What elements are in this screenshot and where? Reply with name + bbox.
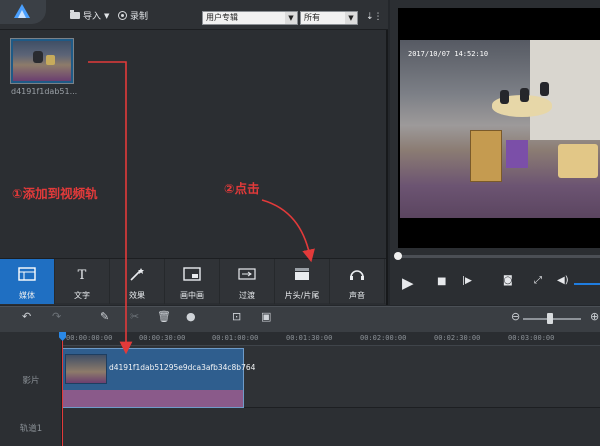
annotation-step1: ①添加到视频轨 (12, 186, 98, 201)
feature-tabs: 媒体 T 文字 效果 画中画 过渡 片头/片尾 声音 (0, 258, 386, 304)
tab-sound[interactable]: 声音 (330, 259, 385, 304)
record-icon (118, 11, 127, 20)
chevron-down-icon: ▼ (285, 12, 297, 24)
import-label: 导入 (83, 12, 102, 22)
track-labels: 影片 轨道1 (0, 332, 62, 446)
text-icon: T (78, 268, 87, 281)
sound-icon (350, 270, 364, 280)
tab-label: 声音 (349, 291, 365, 300)
record-button[interactable]: 录制 (118, 9, 148, 22)
snapshot-icon[interactable]: ◙ (503, 275, 513, 286)
next-frame-icon[interactable]: |▶ (462, 276, 472, 286)
category-select[interactable]: 用户专辑 ▼ (202, 11, 298, 25)
undo-icon[interactable]: ↶ (22, 311, 31, 323)
export-frame-icon[interactable]: ▣ (261, 311, 271, 323)
tab-media[interactable]: 媒体 (0, 259, 55, 304)
redo-icon[interactable]: ↷ (52, 311, 61, 323)
track-label-video: 影片 (22, 376, 40, 386)
annotation-step2: ②点击 (224, 181, 260, 196)
tab-text[interactable]: T 文字 (55, 259, 110, 304)
tab-label: 效果 (129, 291, 145, 300)
volume-slider[interactable] (574, 283, 600, 285)
effects-icon (130, 268, 144, 281)
frame-person (500, 90, 509, 104)
stop-icon[interactable]: ■ (437, 276, 446, 287)
pip-icon (183, 267, 201, 281)
track-label-track1: 轨道1 (19, 424, 43, 434)
transition-icon (238, 268, 256, 280)
filter-select[interactable]: 所有 ▼ (300, 11, 358, 25)
tab-label: 过渡 (239, 291, 255, 300)
volume-icon[interactable]: ◀) (557, 275, 569, 286)
media-icon (18, 267, 36, 281)
svg-text:T: T (78, 268, 87, 281)
frame-side-table (558, 144, 598, 178)
ruler-tick: 00:00:30:00 (139, 334, 186, 342)
thumbnail-person (33, 51, 43, 63)
record-label: 录制 (130, 12, 149, 22)
zoom-out-icon[interactable]: ⊖ (511, 311, 520, 323)
frame-shelf (470, 130, 502, 182)
delete-icon[interactable]: 🗑 (157, 311, 171, 323)
category-select-value: 用户专辑 (206, 13, 238, 22)
sort-icon[interactable]: ⇣⋮ (366, 12, 383, 22)
ruler-tick: 00:02:00:00 (360, 334, 407, 342)
frame-cart (506, 140, 528, 168)
timeline-clip[interactable]: d4191f1dab51295e9dca3afb34c8b764 (62, 348, 255, 408)
overlay-track[interactable] (62, 408, 600, 446)
thumbnail-object (46, 55, 55, 65)
clip-label: d4191f1dab51295e9dca3afb34c8b764 (109, 363, 256, 372)
fullscreen-icon[interactable]: ⤢ (534, 275, 542, 286)
logo-icon (14, 4, 30, 18)
clip-audio-waveform (63, 390, 243, 407)
frame-person (520, 88, 529, 102)
chevron-down-icon: ▼ (104, 11, 110, 20)
tab-label: 媒体 (19, 291, 35, 300)
intro-outro-icon (295, 268, 309, 280)
seek-handle[interactable] (394, 252, 402, 260)
video-frame: 2017/10/07 14:52:10 (400, 40, 600, 218)
tab-label: 片头/片尾 (284, 291, 320, 300)
ruler-tick: 00:01:00:00 (212, 334, 259, 342)
clip-thumbnail (65, 354, 107, 384)
tab-label: 画中画 (180, 291, 204, 300)
editor-window: 导入 ▼ 录制 用户专辑 ▼ 所有 ▼ ⇣⋮ d4191f1dab51... ①… (0, 0, 600, 446)
tab-pip[interactable]: 画中画 (165, 259, 220, 304)
ruler-tick: 00:03:00:00 (508, 334, 555, 342)
import-button[interactable]: 导入 ▼ (70, 9, 109, 22)
tab-label: 文字 (74, 291, 90, 300)
playhead-line[interactable] (62, 334, 63, 446)
crop-icon[interactable]: ⊡ (232, 311, 241, 323)
folder-icon (70, 10, 80, 19)
app-logo[interactable] (0, 0, 46, 24)
timeline-toolbar (0, 306, 600, 332)
time-ruler[interactable]: 00:00:00:00 00:00:30:00 00:01:00:00 00:0… (62, 332, 600, 346)
cut-icon[interactable]: ✂ (130, 311, 139, 323)
ruler-tick: 00:02:30:00 (434, 334, 481, 342)
media-toolbar: 导入 ▼ 录制 用户专辑 ▼ 所有 ▼ ⇣⋮ (0, 0, 388, 30)
frame-person (540, 82, 549, 96)
chevron-down-icon: ▼ (345, 12, 357, 24)
seek-bar[interactable] (398, 255, 600, 258)
edit-icon[interactable]: ✎ (100, 311, 109, 323)
microphone-icon[interactable]: ● (186, 311, 196, 323)
tab-effects[interactable]: 效果 (110, 259, 165, 304)
filter-select-value: 所有 (304, 13, 320, 22)
tab-intro-outro[interactable]: 片头/片尾 (275, 259, 330, 304)
ruler-tick: 00:00:00:00 (66, 334, 113, 342)
zoom-in-icon[interactable]: ⊕ (590, 311, 599, 323)
media-thumbnail[interactable] (10, 38, 74, 84)
video-timestamp: 2017/10/07 14:52:10 (408, 50, 489, 58)
play-icon[interactable]: ▶ (402, 274, 414, 292)
media-thumbnail-label: d4191f1dab51... (11, 87, 78, 96)
ruler-tick: 00:01:30:00 (286, 334, 333, 342)
zoom-handle[interactable] (547, 313, 553, 324)
tab-transition[interactable]: 过渡 (220, 259, 275, 304)
